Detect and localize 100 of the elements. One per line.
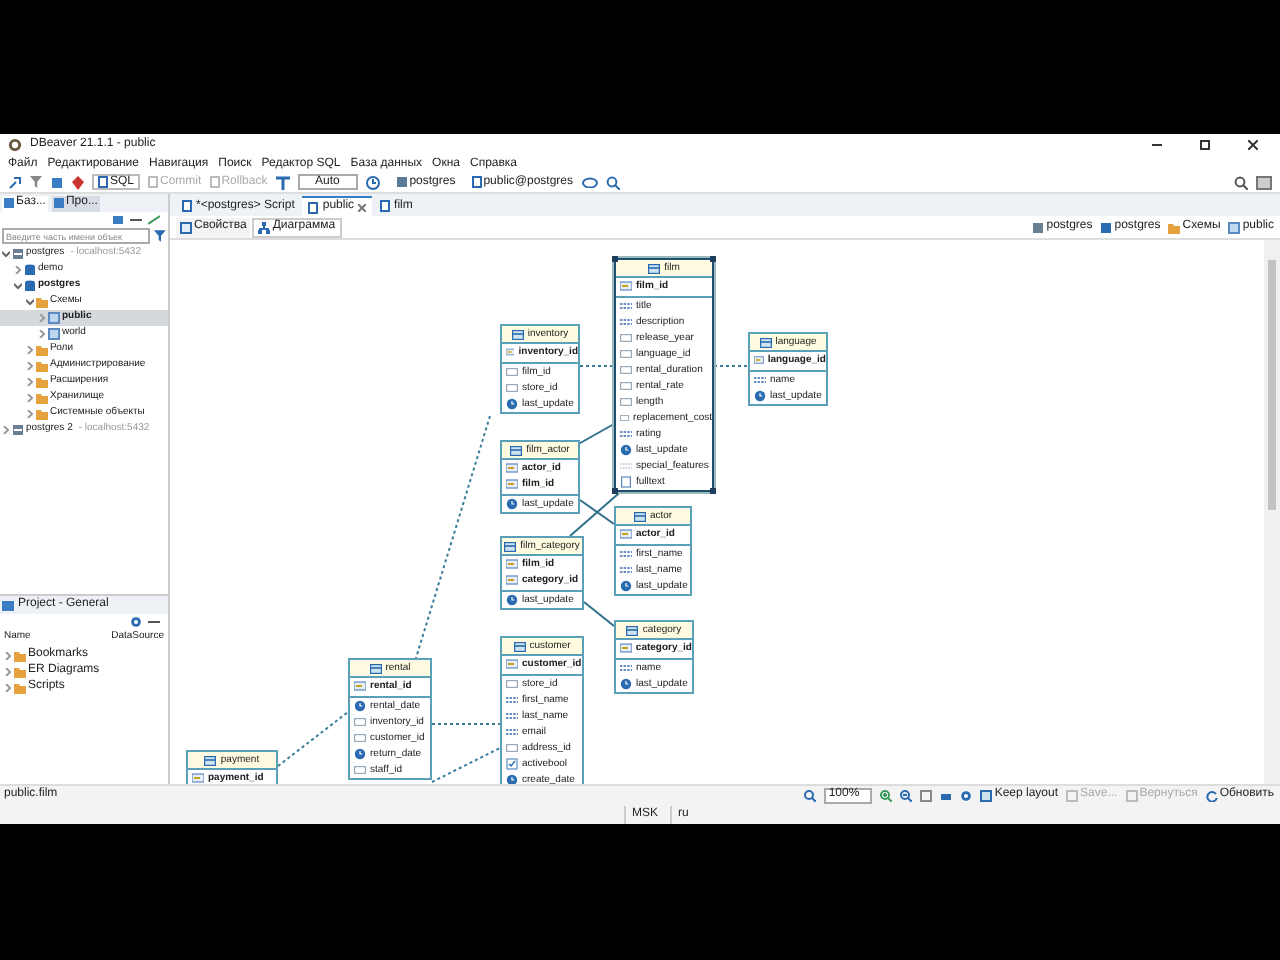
relation-line <box>431 723 501 725</box>
relation-line <box>431 747 501 783</box>
document-icon <box>380 200 391 212</box>
scrollbar[interactable] <box>1264 240 1280 784</box>
checkbox-icon <box>506 758 518 770</box>
chevron-down-icon[interactable] <box>2 250 10 258</box>
number-column-icon <box>506 678 518 690</box>
search-icon[interactable] <box>1234 175 1248 189</box>
clock-icon <box>620 444 632 456</box>
filter-icon[interactable] <box>30 176 42 188</box>
chevron-right-icon[interactable] <box>14 266 22 274</box>
key-column-icon <box>506 462 518 474</box>
selection-handle[interactable] <box>612 488 618 494</box>
zoom-in-icon[interactable] <box>880 789 893 801</box>
table-icon <box>648 263 661 273</box>
array-column-icon <box>620 460 632 472</box>
text-column-icon <box>620 300 632 312</box>
database-icon <box>1100 221 1113 233</box>
layout-icon[interactable] <box>920 789 933 801</box>
relation-line <box>277 711 349 767</box>
minimize-icon <box>1151 140 1161 150</box>
table-icon <box>633 511 646 521</box>
database-icon <box>24 280 36 292</box>
table-icon <box>759 337 772 347</box>
table-icon <box>626 625 639 635</box>
text-column-icon <box>620 316 632 328</box>
clock-icon <box>506 398 518 410</box>
selection-handle[interactable] <box>612 256 618 262</box>
collapse-icon[interactable] <box>130 214 142 226</box>
zoom-out-icon[interactable] <box>900 789 913 801</box>
key-column-icon <box>506 658 518 670</box>
close-icon <box>1247 140 1257 150</box>
key-column-icon <box>620 642 632 654</box>
key-column-icon <box>506 574 518 586</box>
document-icon <box>182 200 192 212</box>
schema-icon <box>1228 221 1241 233</box>
zoom-icon[interactable] <box>804 789 817 801</box>
filter-icon[interactable] <box>154 230 166 242</box>
key-column-icon <box>620 528 632 540</box>
database-icon <box>395 176 408 188</box>
text-column-icon <box>620 662 632 674</box>
clock-icon <box>354 700 366 712</box>
document-icon <box>209 176 220 188</box>
refresh-icon <box>1205 789 1218 801</box>
key-column-icon <box>506 558 518 570</box>
selection-handle[interactable] <box>710 256 716 262</box>
collapse-icon[interactable] <box>148 616 160 628</box>
clock-icon <box>354 748 366 760</box>
text-column-icon <box>620 564 632 576</box>
clock-icon <box>620 580 632 592</box>
table-icon <box>513 641 526 651</box>
text-column-icon <box>620 428 632 440</box>
key-column-icon <box>354 680 366 692</box>
properties-icon <box>180 221 192 233</box>
database-icon <box>4 198 14 208</box>
server-icon <box>1032 221 1045 233</box>
key-column-icon <box>506 478 518 490</box>
layout-icon <box>980 789 993 801</box>
key-column-icon <box>754 354 764 366</box>
clock-icon <box>506 498 518 510</box>
diagram-icon <box>258 221 271 233</box>
gear-icon[interactable] <box>960 789 973 801</box>
text-column-icon <box>754 374 766 386</box>
table-icon <box>504 541 517 551</box>
text-column-icon <box>506 694 518 706</box>
document-icon <box>148 176 159 188</box>
table-icon <box>510 445 523 455</box>
relation-line <box>583 601 615 627</box>
gear-icon[interactable] <box>130 616 142 628</box>
number-column-icon <box>506 742 518 754</box>
relation-line <box>713 365 749 367</box>
clock-icon <box>506 594 518 606</box>
document-icon <box>98 176 108 188</box>
clock-icon <box>620 678 632 690</box>
document-icon <box>620 476 632 488</box>
number-column-icon <box>354 764 366 776</box>
relation-line <box>579 365 615 367</box>
key-column-icon <box>620 280 632 292</box>
document-icon <box>308 201 319 213</box>
server-icon <box>12 248 24 260</box>
maximize-icon <box>1199 140 1209 150</box>
document-icon <box>1125 789 1138 801</box>
text-column-icon <box>506 710 518 722</box>
table-icon <box>511 329 524 339</box>
close-icon[interactable] <box>358 203 367 211</box>
text-column-icon <box>620 548 632 560</box>
chevron-right-icon[interactable] <box>2 426 10 434</box>
folder-icon <box>1168 221 1181 233</box>
selection-handle[interactable] <box>710 488 716 494</box>
clock-icon <box>754 390 766 402</box>
search-icon[interactable] <box>605 175 619 189</box>
database-icon <box>24 264 36 276</box>
table-icon <box>204 755 217 765</box>
schema-icon <box>471 176 482 188</box>
project-icon <box>2 599 14 611</box>
key-column-icon <box>506 346 515 358</box>
server-icon <box>12 424 24 436</box>
table-icon <box>369 663 382 673</box>
text-column-icon <box>506 726 518 738</box>
clock-icon[interactable] <box>365 175 380 189</box>
